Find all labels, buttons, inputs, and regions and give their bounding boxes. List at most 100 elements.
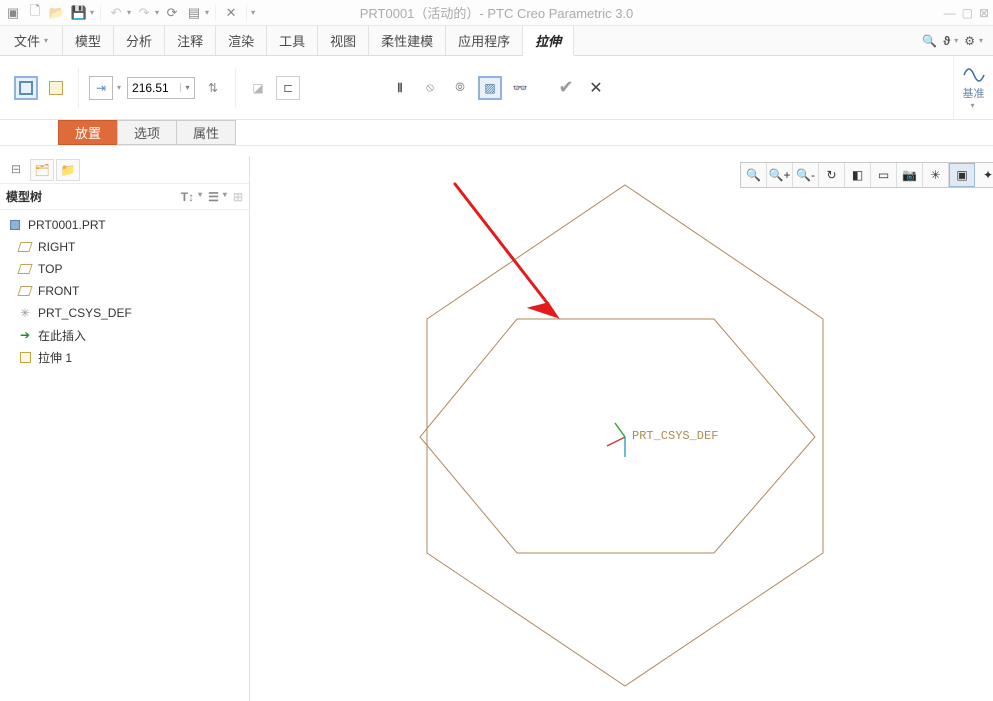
sine-icon xyxy=(963,65,985,85)
surface-button[interactable] xyxy=(44,76,68,100)
tree-plane-right[interactable]: RIGHT xyxy=(0,236,249,258)
datum-dropdown-icon[interactable]: ▾ xyxy=(970,101,974,110)
tree-csys[interactable]: ✳ PRT_CSYS_DEF xyxy=(0,302,249,324)
work-area: ⊟ 🗂 📁 模型树 T↕ ▾ ☰ ▾ ⊞ PRT0001.PRT RIGHT xyxy=(0,156,993,701)
settings-icon[interactable]: ⚙ xyxy=(964,34,975,48)
open-icon[interactable]: 📂 xyxy=(48,4,66,22)
menu-applications[interactable]: 应用程序 xyxy=(446,26,523,55)
annotation-arrow xyxy=(455,184,556,316)
menu-model[interactable]: 模型 xyxy=(63,26,114,55)
depth-type-dropdown-icon[interactable]: ▾ xyxy=(117,83,121,92)
app-icon: ▣ xyxy=(4,4,22,22)
apply-button[interactable]: ✔ xyxy=(554,76,578,100)
learn-dropdown-icon[interactable]: ▾ xyxy=(954,36,958,45)
attached-preview-button[interactable]: ▨ xyxy=(478,76,502,100)
save-icon[interactable]: 💾 xyxy=(70,4,88,22)
menu-annotate[interactable]: 注释 xyxy=(165,26,216,55)
remove-material-button[interactable]: ◪ xyxy=(246,76,270,100)
solid-button[interactable] xyxy=(14,76,38,100)
subtab-placement[interactable]: 放置 xyxy=(58,120,118,145)
regen-icon[interactable]: ⟳ xyxy=(163,4,181,22)
tree-filter-dropdown-icon[interactable]: ▾ xyxy=(198,190,202,204)
tree-plane-front[interactable]: FRONT xyxy=(0,280,249,302)
tree-show-icon[interactable]: ⊞ xyxy=(233,190,243,204)
csys-label: PRT_CSYS_DEF xyxy=(632,429,718,443)
quick-access-toolbar: ▣ 🗋 📂 💾 ▾ ↶ ▾ ↷ ▾ ⟳ ▤ ▾ ✕ ▾ xyxy=(4,4,255,22)
tree-settings-icon[interactable]: ☰ xyxy=(208,190,219,204)
ribbon-feature-controls: Ⅱ ⦸ ⦾ ▨ 👓 ✔ ✕ xyxy=(388,76,608,100)
insert-arrow-icon: ➔ xyxy=(18,328,32,342)
tree-filter-icon[interactable]: T↕ xyxy=(181,190,194,204)
chevron-down-icon: ▾ xyxy=(44,36,48,45)
feature-subtabs: 放置 选项 属性 xyxy=(0,120,993,146)
cancel-button[interactable]: ✕ xyxy=(584,76,608,100)
depth-dropdown-icon[interactable]: ▾ xyxy=(180,83,194,92)
plane-icon xyxy=(17,242,32,252)
nav-tabs: ⊟ 🗂 📁 xyxy=(0,156,249,184)
inner-hexagon xyxy=(420,319,815,553)
geometry-scene: PRT_CSYS_DEF xyxy=(250,156,990,701)
main-menu: 文件 ▾ 模型 分析 注释 渲染 工具 视图 柔性建模 应用程序 拉伸 🔍 ϑ … xyxy=(0,26,993,56)
tree-extrude-1[interactable]: 拉伸 1 xyxy=(0,346,249,368)
ribbon-extrude: ⇥ ▾ ▾ ⇅ ◪ ⊏ Ⅱ ⦸ ⦾ ▨ 👓 ✔ ✕ 基准 ▾ xyxy=(0,56,993,120)
subtab-properties[interactable]: 属性 xyxy=(176,120,236,145)
plane-icon xyxy=(17,264,32,274)
minimize-icon[interactable]: — xyxy=(944,6,956,20)
model-tree-panel: ⊟ 🗂 📁 模型树 T↕ ▾ ☰ ▾ ⊞ PRT0001.PRT RIGHT xyxy=(0,156,250,701)
outer-hexagon xyxy=(427,185,823,686)
undo-dropdown-icon[interactable]: ▾ xyxy=(127,8,131,17)
menu-right-tools: 🔍 ϑ ▾ ⚙ ▾ xyxy=(922,26,993,55)
pause-button[interactable]: Ⅱ xyxy=(388,76,412,100)
subtab-options[interactable]: 选项 xyxy=(117,120,177,145)
menu-extrude[interactable]: 拉伸 xyxy=(523,26,574,56)
flip-direction-button[interactable]: ⇅ xyxy=(201,76,225,100)
datum-label: 基准 xyxy=(963,85,985,101)
menu-render[interactable]: 渲染 xyxy=(216,26,267,55)
csys-marker: PRT_CSYS_DEF xyxy=(607,423,718,457)
menu-view[interactable]: 视图 xyxy=(318,26,369,55)
tree-insert-here[interactable]: ➔ 在此插入 xyxy=(0,324,249,346)
undo-icon[interactable]: ↶ xyxy=(107,4,125,22)
new-icon[interactable]: 🗋 xyxy=(26,4,44,22)
menu-flexible[interactable]: 柔性建模 xyxy=(369,26,446,55)
layers-tab-icon[interactable]: 🗂 xyxy=(30,159,54,181)
folder-tab-icon[interactable]: 📁 xyxy=(56,159,80,181)
depth-field[interactable] xyxy=(128,81,180,95)
model-tree: PRT0001.PRT RIGHT TOP FRONT ✳ PRT_CSYS_D… xyxy=(0,210,249,372)
thicken-button[interactable]: ⊏ xyxy=(276,76,300,100)
learn-icon[interactable]: ϑ xyxy=(943,34,950,48)
extrude-icon xyxy=(20,352,31,363)
navigator-tab-icon[interactable]: ⊟ xyxy=(4,159,28,181)
close-window-icon[interactable]: ✕ xyxy=(222,4,240,22)
depth-type-button[interactable]: ⇥ xyxy=(89,76,113,100)
graphics-viewport[interactable]: 🔍 🔍+ 🔍- ↻ ◧ ▭ 📷 ✳ ▣ ✦ PRT_CSYS_DEF xyxy=(250,156,993,701)
qat-customize-icon[interactable]: ▾ xyxy=(251,8,255,17)
unattached-preview-button[interactable]: ⦾ xyxy=(448,76,472,100)
redo-dropdown-icon[interactable]: ▾ xyxy=(155,8,159,17)
csys-icon: ✳ xyxy=(18,306,32,321)
windows-icon[interactable]: ▤ xyxy=(185,4,203,22)
ribbon-datum-panel[interactable]: 基准 ▾ xyxy=(953,56,993,119)
glasses-preview-button[interactable]: 👓 xyxy=(508,76,532,100)
settings-dropdown-icon[interactable]: ▾ xyxy=(979,36,983,45)
tree-root[interactable]: PRT0001.PRT xyxy=(0,214,249,236)
depth-input[interactable]: ▾ xyxy=(127,77,195,99)
menu-analysis[interactable]: 分析 xyxy=(114,26,165,55)
close-icon[interactable]: ⊠ xyxy=(979,6,989,20)
windows-dropdown-icon[interactable]: ▾ xyxy=(205,8,209,17)
search-icon[interactable]: 🔍 xyxy=(922,34,937,48)
plane-icon xyxy=(17,286,32,296)
menu-file[interactable]: 文件 ▾ xyxy=(0,26,63,55)
titlebar: ▣ 🗋 📂 💾 ▾ ↶ ▾ ↷ ▾ ⟳ ▤ ▾ ✕ ▾ PRT0001（活动的）… xyxy=(0,0,993,26)
tree-plane-top[interactable]: TOP xyxy=(0,258,249,280)
no-preview-button[interactable]: ⦸ xyxy=(418,76,442,100)
part-icon xyxy=(10,220,20,230)
window-controls: — ▢ ⊠ xyxy=(944,6,989,20)
save-dropdown-icon[interactable]: ▾ xyxy=(90,8,94,17)
tree-root-label: PRT0001.PRT xyxy=(28,218,106,232)
tree-settings-dropdown-icon[interactable]: ▾ xyxy=(223,190,227,204)
menu-tools[interactable]: 工具 xyxy=(267,26,318,55)
redo-icon[interactable]: ↷ xyxy=(135,4,153,22)
maximize-icon[interactable]: ▢ xyxy=(962,6,973,20)
tree-title: 模型树 xyxy=(6,188,42,205)
